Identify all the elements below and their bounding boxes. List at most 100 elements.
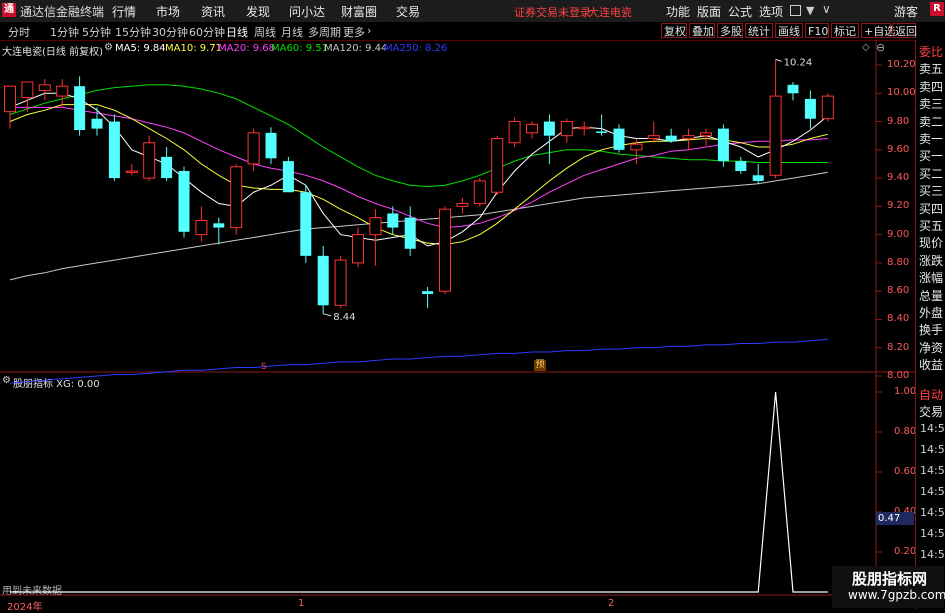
candle-down [787, 81, 799, 101]
x-axis-label: 2 [608, 598, 615, 609]
button-f10[interactable]: F10 [805, 23, 829, 38]
user-guest[interactable]: 游客 [894, 3, 918, 20]
candle-body [195, 220, 208, 236]
menu-caifuquan[interactable]: 财富圈 [341, 3, 377, 20]
menu-bar: 通 通达信金融终端 行情 市场 资讯 发现 问小达 财富圈 交易 证券交易未登录… [0, 0, 945, 23]
dropdown-arrow-icon[interactable]: ▼ [806, 4, 814, 17]
button-duogu[interactable]: 多股 [717, 23, 743, 38]
ma250-line [9, 338, 828, 384]
tab-month[interactable]: 月线 [281, 24, 303, 40]
menu-shichang[interactable]: 市场 [156, 3, 180, 20]
price-axis-label: 10.20 [887, 59, 916, 70]
candle-body [247, 132, 260, 165]
candle-body [369, 217, 382, 236]
auto-trade-label[interactable]: 自动 [919, 386, 943, 403]
quote-field-label: 涨幅 [919, 271, 944, 286]
candle-body [404, 217, 416, 249]
quote-field-label: 换手 [919, 323, 944, 338]
tab-5min[interactable]: 5分钟 [82, 24, 111, 40]
current-stock-name: 大连电瓷 [588, 6, 632, 19]
candle-down [282, 156, 294, 193]
price-axis-label: 8.20 [887, 341, 910, 353]
tab-fenshi[interactable]: 分时 [8, 24, 30, 40]
candle-down [300, 185, 312, 263]
x-axis-label: 2024年 [7, 602, 43, 613]
candle-body [387, 213, 399, 228]
candle-body [21, 81, 34, 99]
chevron-down-icon[interactable]: ∨ [822, 2, 831, 16]
candle-up [195, 206, 208, 242]
cursor-value-badge: 0.47 [876, 512, 914, 525]
r-badge[interactable]: R [930, 2, 944, 16]
quote-field-label: 外盘 [919, 306, 944, 320]
low-annotation: 8.44 [333, 312, 355, 323]
button-add-watchlist[interactable]: +自选 [861, 23, 895, 38]
candle-body [317, 255, 329, 306]
button-tongji[interactable]: 统计 [745, 23, 773, 38]
menu-zixun[interactable]: 资讯 [201, 3, 225, 20]
candle-up [4, 85, 16, 129]
menu-xuanxiang[interactable]: 选项 [759, 3, 783, 20]
candle-down [543, 114, 555, 164]
tab-60min[interactable]: 60分钟 [189, 24, 225, 40]
ind-axis-label: 0.20 [894, 546, 917, 557]
event-marker-forecast[interactable]: 预 [534, 360, 546, 371]
candle-body [613, 128, 625, 150]
menu-faxian[interactable]: 发现 [246, 3, 270, 20]
tab-day[interactable]: 日线 [226, 24, 248, 40]
tab-week[interactable]: 周线 [254, 24, 276, 40]
candle-down [161, 146, 173, 181]
quote-field-label: 现价 [919, 236, 944, 251]
candle-body [508, 121, 521, 144]
price-axis-label: 10.00 [887, 87, 916, 99]
candle-body [300, 192, 312, 256]
x-axis-label: 1 [298, 598, 305, 609]
event-marker-s[interactable]: S [261, 362, 267, 372]
menu-wenxiaoda[interactable]: 问小达 [289, 3, 325, 20]
tab-30min[interactable]: 30分钟 [152, 24, 188, 40]
quote-field-label: 收益 [919, 358, 944, 373]
price-axis-label: 8.60 [887, 285, 910, 297]
button-biaoji[interactable]: 标记 [831, 23, 859, 38]
tick-time: 14:56 [920, 527, 945, 540]
candle-down [665, 128, 677, 143]
candle-down [317, 245, 329, 314]
tab-more[interactable]: 更多 [343, 24, 365, 40]
candle-body [543, 121, 555, 136]
xg-signal-line [10, 391, 828, 593]
window-restore-icon[interactable] [790, 5, 801, 16]
candle-up [491, 135, 504, 196]
tab-15min[interactable]: 15分钟 [115, 24, 151, 40]
quote-field-label: 买三 [919, 184, 944, 199]
auto-trade-label[interactable]: 交易 [919, 403, 943, 420]
price-axis-label: 8.00 [887, 370, 910, 381]
menu-jiaoyi[interactable]: 交易 [396, 3, 420, 20]
candle-body [439, 208, 451, 292]
ma10-line [9, 104, 828, 246]
menu-hangqing[interactable]: 行情 [112, 3, 136, 20]
price-axis-label: 9.40 [887, 172, 910, 184]
kline-chart[interactable]: 10.24 8.44 [0, 40, 915, 609]
candle-body [4, 85, 16, 113]
tab-1min[interactable]: 1分钟 [50, 24, 79, 40]
ind-axis-label: 1.00 [894, 386, 917, 397]
button-diejia[interactable]: 叠加 [689, 23, 715, 38]
tab-multi-period[interactable]: 多周期 [308, 24, 341, 40]
ma20-line [10, 106, 828, 229]
menu-banmian[interactable]: 版面 [697, 3, 721, 20]
button-fuquan[interactable]: 复权 [661, 23, 687, 38]
candle-up [38, 79, 51, 101]
candle-body [161, 156, 173, 179]
candle-up [769, 59, 782, 179]
candle-up [821, 93, 834, 122]
button-back[interactable]: 返回 [892, 23, 917, 38]
candle-up [334, 255, 347, 309]
menu-gongneng[interactable]: 功能 [666, 3, 690, 20]
login-warning[interactable]: 证券交易未登录 [514, 4, 591, 20]
candle-up [352, 227, 364, 268]
button-huaxian[interactable]: 画线 [775, 23, 803, 38]
chevron-right-icon[interactable]: › [367, 24, 371, 37]
candle-down [717, 124, 729, 167]
candle-body [213, 223, 225, 228]
menu-gongshi[interactable]: 公式 [728, 3, 752, 20]
